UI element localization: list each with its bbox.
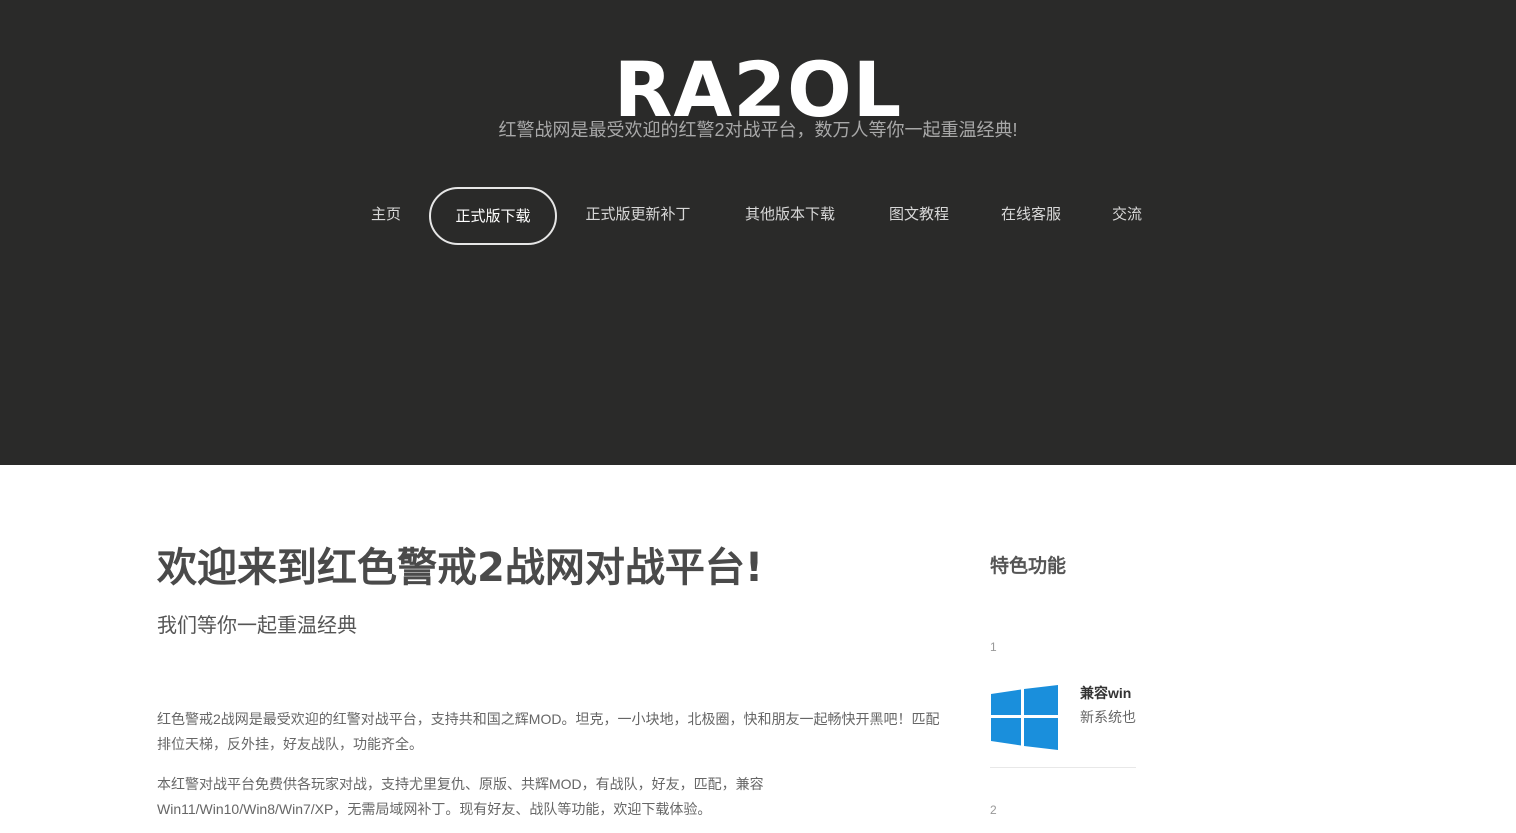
- feature-number: 1: [990, 640, 997, 654]
- nav-item-tutorials[interactable]: 图文教程: [874, 187, 964, 241]
- divider: [990, 767, 1136, 768]
- nav-item-community[interactable]: 交流: [1098, 187, 1156, 241]
- main-nav: 主页 正式版下载 正式版更新补丁 其他版本下载 图文教程 在线客服 交流: [0, 187, 1516, 245]
- feature-fade-overlay: [1130, 670, 1260, 750]
- nav-item-official-download[interactable]: 正式版下载: [429, 187, 557, 245]
- feature-number: 2: [990, 803, 997, 817]
- intro-paragraph: 红色警戒2战网是最受欢迎的红警对战平台，支持共和国之辉MOD。坦克，一小块地，北…: [157, 711, 940, 752]
- nav-item-home[interactable]: 主页: [357, 187, 415, 241]
- nav-item-update-patch[interactable]: 正式版更新补丁: [570, 187, 706, 241]
- windows-logo-icon: [991, 685, 1058, 750]
- page-title: 欢迎来到红色警戒2战网对战平台!: [157, 545, 764, 591]
- features-title: 特色功能: [990, 556, 1067, 577]
- site-tagline: 红警战网是最受欢迎的红警2对战平台，数万人等你一起重温经典!: [498, 120, 1018, 140]
- site-header: RA2OL 红警战网是最受欢迎的红警2对战平台，数万人等你一起重温经典! 主页 …: [0, 0, 1516, 465]
- page-subtitle: 我们等你一起重温经典: [157, 615, 357, 637]
- platform-paragraph: 本红警对战平台免费供各玩家对战，支持尤里复仇、原版、共辉MOD，有战队，好友，匹…: [157, 776, 764, 817]
- nav-item-support[interactable]: 在线客服: [986, 187, 1076, 241]
- nav-item-other-versions[interactable]: 其他版本下载: [730, 187, 850, 241]
